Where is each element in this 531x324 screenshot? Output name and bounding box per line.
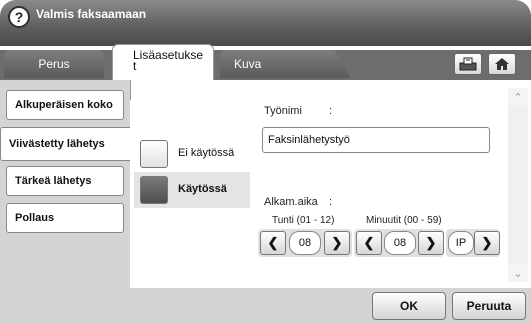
home-icon (495, 58, 509, 70)
cancel-button[interactable]: Peruuta (452, 292, 526, 320)
tab-label-line-1: Lisäasetukse (133, 48, 204, 62)
option-off-button[interactable] (140, 140, 168, 168)
option-off-label: Ei käytössä (178, 147, 235, 159)
job-name-label: Työnimi (264, 105, 302, 117)
tab-lisaasetukset[interactable]: Lisäasetukse t (112, 44, 214, 80)
hour-label: Tunti (01 - 12) (272, 215, 335, 226)
chevron-down-icon: ⌄ (513, 267, 523, 280)
hour-decrease-button[interactable]: ❮ (260, 231, 286, 255)
sidebar-item-original-size[interactable]: Alkuperäisen koko (6, 90, 124, 120)
tab-label-line-2: t (133, 59, 137, 73)
ok-button[interactable]: OK (372, 292, 446, 320)
fax-tray-icon (459, 57, 477, 71)
ampm-value: IP (448, 231, 474, 255)
chevron-right-icon: ❯ (481, 235, 493, 250)
option-on-label: Käytössä (178, 183, 227, 195)
chevron-left-icon: ❮ (363, 235, 375, 250)
sidebar-item-delayed-send[interactable]: Viivästetty lähetys (0, 127, 130, 161)
hour-increase-button[interactable]: ❯ (324, 231, 350, 255)
fax-tray-button[interactable] (454, 53, 482, 75)
tab-kuva[interactable]: Kuva (220, 50, 350, 78)
hour-value: 08 (289, 231, 321, 255)
option-on-button[interactable] (140, 176, 168, 204)
start-time-controls: ❮ 08 ❯ ❮ 08 ❯ IP ❯ (258, 229, 500, 257)
tab-perus[interactable]: Perus (4, 50, 104, 78)
start-time-colon: : (329, 196, 333, 208)
chevron-right-icon: ❯ (425, 235, 437, 250)
job-name-colon: : (329, 105, 333, 117)
chevron-left-icon: ❮ (267, 235, 279, 250)
help-button[interactable]: ? (8, 6, 30, 28)
sidebar-item-polling[interactable]: Pollaus (6, 203, 124, 233)
minute-increase-button[interactable]: ❯ (418, 231, 444, 255)
chevron-up-icon: ⌃ (513, 91, 523, 104)
tab-lisaasetukset-label: Lisäasetukse t (133, 48, 204, 73)
scrollbar[interactable]: ⌃ ⌄ (508, 88, 528, 282)
minute-label: Minuutit (00 - 59) (366, 215, 442, 226)
chevron-right-icon: ❯ (331, 235, 343, 250)
start-time-label: Alkam.aika (264, 196, 318, 208)
fax-settings-window: ? Valmis faksaamaan Perus Kuva Lisäasetu… (0, 0, 531, 324)
scroll-up-button[interactable]: ⌃ (508, 88, 528, 106)
minute-value: 08 (384, 231, 416, 255)
sidebar-item-priority-send[interactable]: Tärkeä lähetys (6, 166, 124, 196)
job-name-field[interactable]: Faksinlähetystyö (262, 127, 490, 153)
minute-decrease-button[interactable]: ❮ (356, 231, 382, 255)
window-title: Valmis faksaamaan (36, 7, 147, 21)
scroll-down-button[interactable]: ⌄ (508, 264, 528, 282)
ampm-toggle-button[interactable]: ❯ (474, 231, 500, 255)
home-button[interactable] (488, 53, 516, 75)
title-bar: ? Valmis faksaamaan (0, 0, 531, 46)
